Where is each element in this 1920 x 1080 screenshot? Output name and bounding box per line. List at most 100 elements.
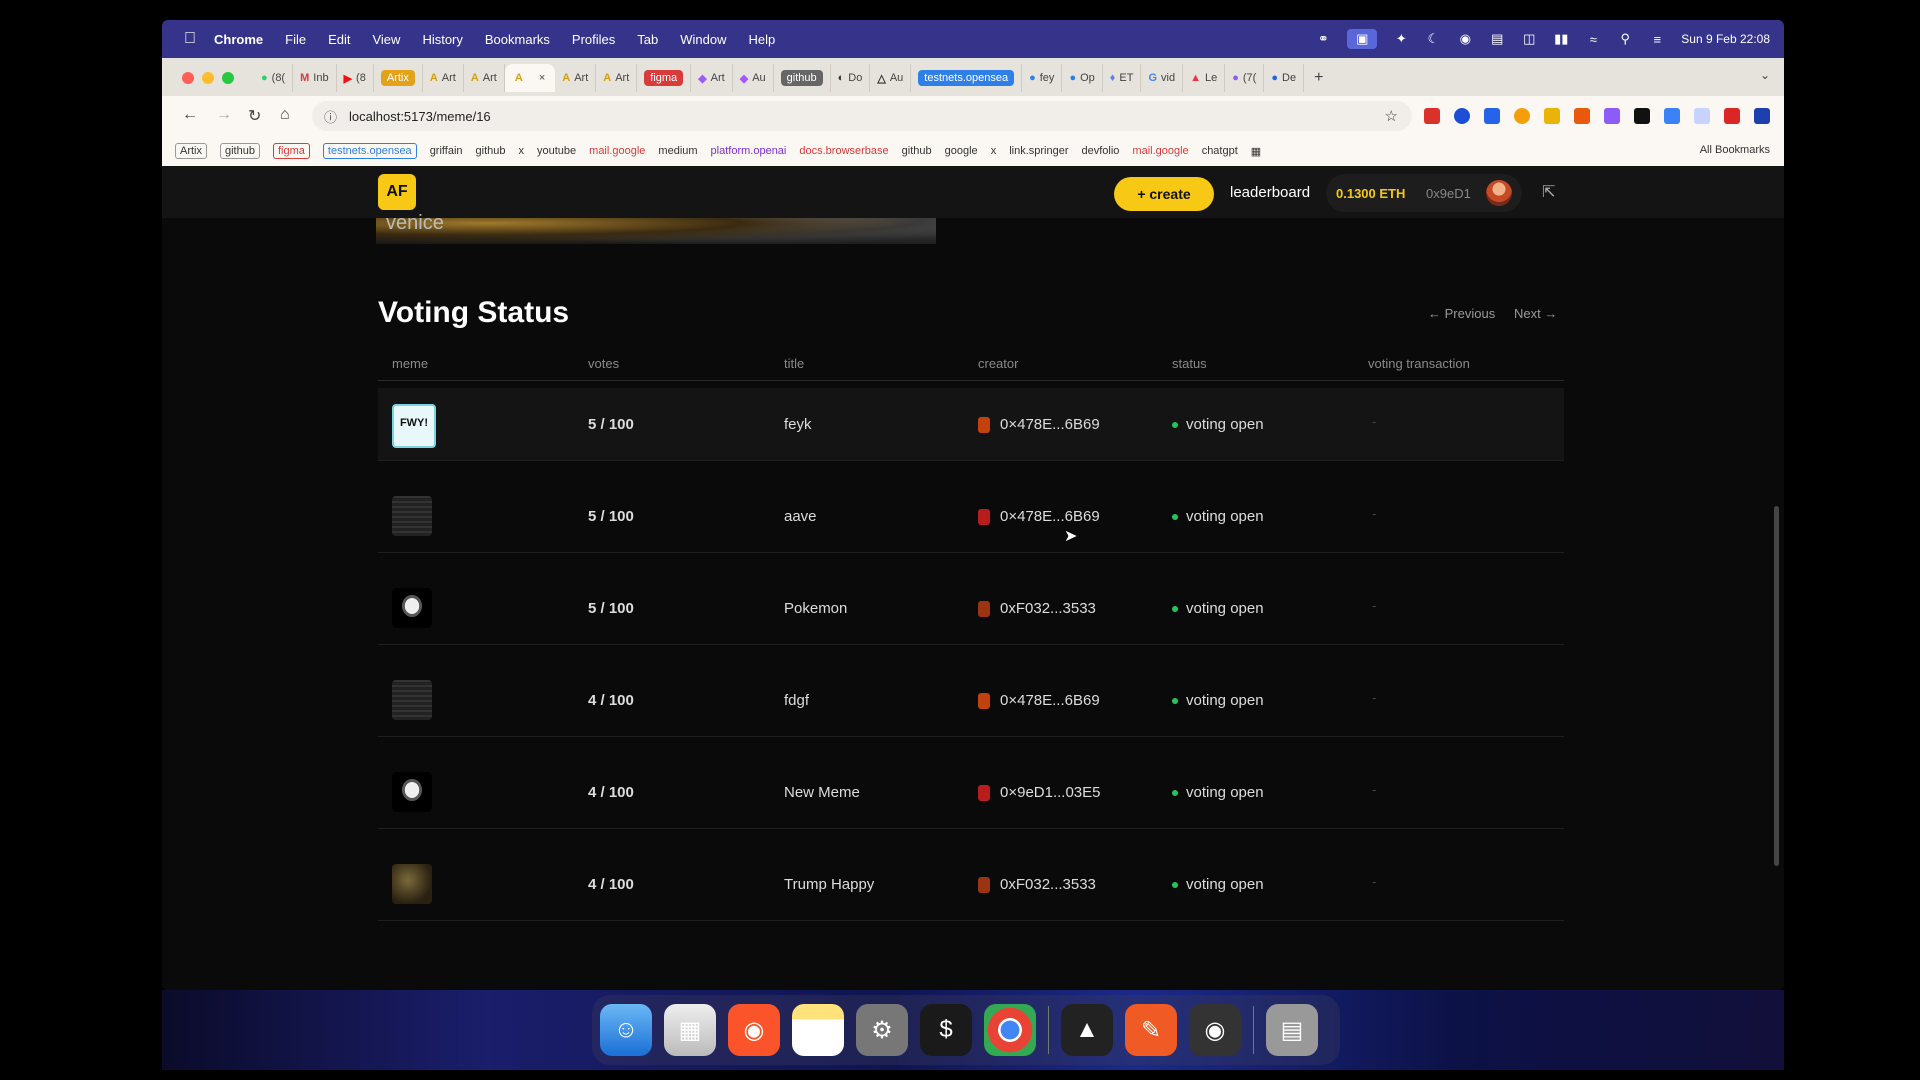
creator-cell[interactable]: 0×478E...6B69 xyxy=(978,508,1100,525)
extension-tb-icon[interactable] xyxy=(1724,108,1740,124)
browser-tab[interactable]: ♦ ET xyxy=(1103,64,1142,92)
browser-tab[interactable]: A Art xyxy=(596,64,638,92)
tab-group-label[interactable]: Artix xyxy=(380,70,415,86)
browser-tab[interactable]: ● (7( xyxy=(1225,64,1265,92)
wallet-chip[interactable]: 0.1300 ETH 0x9eD1 xyxy=(1326,174,1522,212)
browser-tab[interactable]: ● (8( xyxy=(254,64,294,92)
focus-icon[interactable]: ✦ xyxy=(1393,31,1409,46)
browser-tab[interactable]: ▶ (8 xyxy=(337,64,374,92)
browser-tab[interactable]: testnets.opensea xyxy=(911,64,1023,92)
launchpad-icon[interactable]: ▦ xyxy=(664,1004,716,1056)
meme-title[interactable]: New Meme xyxy=(784,784,860,801)
metamask-icon[interactable] xyxy=(1574,108,1590,124)
finder-icon[interactable]: ☺ xyxy=(600,1004,652,1056)
bookmark-item[interactable]: platform.openai xyxy=(711,145,787,157)
control-center-icon[interactable]: ≡ xyxy=(1649,32,1665,47)
extension-blue-icon[interactable] xyxy=(1454,108,1470,124)
tab-group-label[interactable]: testnets.opensea xyxy=(918,70,1015,86)
app-logo[interactable]: AF xyxy=(378,174,416,210)
browser-tab[interactable]: ◆ Art xyxy=(691,64,733,92)
browser-tab[interactable]: M Inb xyxy=(293,64,337,92)
browser-tab[interactable]: Artix xyxy=(374,64,423,92)
browser-tab[interactable]: github xyxy=(774,64,831,92)
browser-tab[interactable]: △ Au xyxy=(870,64,912,92)
create-button[interactable]: + create xyxy=(1114,177,1214,211)
bookmark-item[interactable]: google xyxy=(945,145,978,157)
obs-icon[interactable]: ◉ xyxy=(1189,1004,1241,1056)
browser-tab[interactable]: A Art xyxy=(464,64,505,92)
meme-title[interactable]: feyk xyxy=(784,416,812,433)
bookmark-item[interactable]: mail.google xyxy=(589,145,645,157)
meme-title[interactable]: Trump Happy xyxy=(784,876,874,893)
search-icon[interactable]: ⚲ xyxy=(1617,31,1633,46)
cursor-app-icon[interactable]: ▲ xyxy=(1061,1004,1113,1056)
terminal-icon[interactable]: $ xyxy=(920,1004,972,1056)
avatar[interactable] xyxy=(1486,180,1512,206)
creator-cell[interactable]: 0xF032...3533 xyxy=(978,600,1096,617)
leaderboard-link[interactable]: leaderboard xyxy=(1230,184,1310,201)
apple-icon[interactable]:  xyxy=(184,30,202,48)
tab-group-label[interactable]: figma xyxy=(644,70,684,86)
display-icon[interactable]: ◫ xyxy=(1521,31,1537,46)
all-bookmarks[interactable]: All Bookmarks xyxy=(1700,144,1770,156)
trash-icon[interactable]: ▤ xyxy=(1266,1004,1318,1056)
pen-icon[interactable]: ✎ xyxy=(1125,1004,1177,1056)
bookmark-item[interactable]: mail.google xyxy=(1132,145,1188,157)
browser-tab[interactable]: A Art xyxy=(423,64,464,92)
window-icon[interactable]: ▤ xyxy=(1489,31,1505,46)
meme-thumbnail[interactable] xyxy=(392,864,432,904)
meme-thumbnail[interactable] xyxy=(392,772,432,812)
menubar-clock[interactable]: Sun 9 Feb 22:08 xyxy=(1681,32,1770,46)
bookmark-item[interactable]: griffain xyxy=(430,145,463,157)
menu-tab[interactable]: Tab xyxy=(637,32,658,47)
bookmark-item[interactable]: docs.browserbase xyxy=(799,145,888,157)
sync-icon[interactable]: ⚭ xyxy=(1315,31,1331,46)
bookmark-item[interactable]: Artix xyxy=(175,143,207,159)
browser-tab[interactable]: Gvid xyxy=(1141,64,1184,92)
browser-tab[interactable]: figma xyxy=(637,64,692,92)
table-row[interactable]: 4 / 100 fdgf 0×478E...6B69 voting open - xyxy=(378,664,1564,737)
extension-f-icon[interactable] xyxy=(1634,108,1650,124)
browser-tab[interactable]: ▲ Le xyxy=(1183,64,1226,92)
extension-yellow-icon[interactable] xyxy=(1544,108,1560,124)
menu-history[interactable]: History xyxy=(422,32,462,47)
browser-tab[interactable]: ● De xyxy=(1264,64,1305,92)
extension-red-icon[interactable] xyxy=(1424,108,1440,124)
browser-tab[interactable]: ● fey xyxy=(1022,64,1063,92)
extension-doc-icon[interactable] xyxy=(1694,108,1710,124)
menu-help[interactable]: Help xyxy=(749,32,776,47)
close-window-icon[interactable] xyxy=(182,72,194,84)
meme-title[interactable]: fdgf xyxy=(784,692,809,709)
battery-icon[interactable]: ▮▮ xyxy=(1553,31,1569,46)
menu-window[interactable]: Window xyxy=(680,32,726,47)
creator-cell[interactable]: 0×478E...6B69 xyxy=(978,692,1100,709)
home-icon[interactable]: ⌂ xyxy=(280,106,290,124)
bookmark-item[interactable]: x xyxy=(991,145,997,157)
browser-tab[interactable]: ● Op xyxy=(1062,64,1103,92)
meme-title[interactable]: Pokemon xyxy=(784,600,847,617)
meme-title[interactable]: aave xyxy=(784,508,817,525)
tab-group-label[interactable]: github xyxy=(780,70,823,86)
tab-close-icon[interactable]: × xyxy=(539,72,545,84)
page-scrollbar[interactable] xyxy=(1774,506,1779,866)
menu-profiles[interactable]: Profiles xyxy=(572,32,615,47)
bookmark-item[interactable]: chatgpt xyxy=(1202,145,1238,157)
browser-tab[interactable]: ◐ Do xyxy=(831,64,871,92)
back-icon[interactable]: ← xyxy=(182,106,198,124)
forward-icon[interactable]: → xyxy=(216,106,232,124)
menu-file[interactable]: File xyxy=(285,32,306,47)
reload-icon[interactable]: ↻ xyxy=(248,106,261,126)
address-bar[interactable]: ⓘ localhost:5173/meme/16 ☆ xyxy=(312,101,1412,131)
meme-thumbnail[interactable] xyxy=(392,496,432,536)
screen-share-icon[interactable]: ▣ xyxy=(1347,29,1378,49)
bookmark-item[interactable]: figma xyxy=(272,143,310,159)
browser-tab[interactable]: A Art xyxy=(555,64,597,92)
bookmark-item[interactable]: x xyxy=(519,145,525,157)
new-tab-icon[interactable]: + xyxy=(1314,69,1323,87)
moon-icon[interactable]: ☾ xyxy=(1425,31,1441,46)
creator-cell[interactable]: 0×478E...6B69 xyxy=(978,416,1100,433)
brave-icon[interactable]: ◉ xyxy=(728,1004,780,1056)
browser-tab[interactable]: ◆ Au xyxy=(733,64,774,92)
settings-icon[interactable]: ⚙ xyxy=(856,1004,908,1056)
site-info-icon[interactable]: ⓘ xyxy=(324,107,337,126)
